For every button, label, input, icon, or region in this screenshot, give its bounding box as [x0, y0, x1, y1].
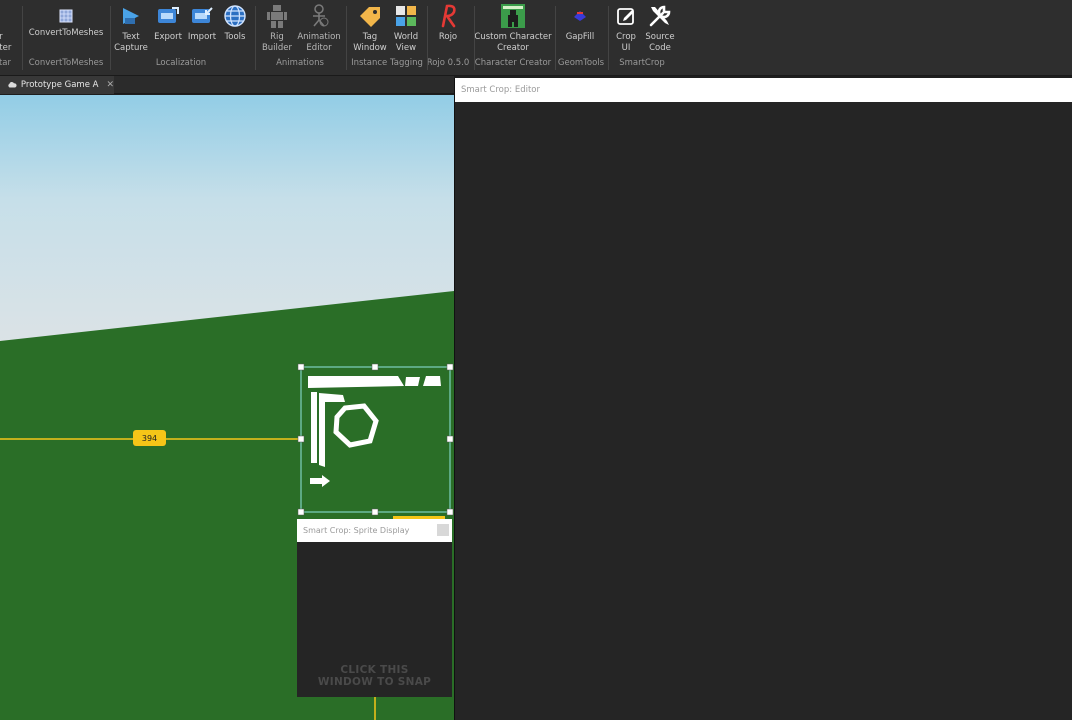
custom-character-creator-button[interactable]: Custom Character Creator: [473, 3, 553, 54]
rojo-logo-icon: [435, 3, 461, 29]
avatar-importer-icon: [0, 3, 21, 29]
group-divider: [474, 6, 475, 70]
sprite-display-title: Smart Crop: Sprite Display: [303, 526, 410, 535]
ribbon-toolbar: tar orter ConvertToMeshes Text Capture E…: [0, 0, 1072, 76]
tab-label: Prototype Game A: [20, 80, 99, 90]
mesh-convert-icon: [53, 3, 79, 29]
smart-crop-editor-panel[interactable]: Smart Crop: Editor: [454, 78, 1072, 720]
source-code-button[interactable]: Source Code: [630, 3, 690, 54]
group-label-smartcrop: SmartCrop: [619, 58, 665, 68]
world-view-grid-icon: [393, 3, 419, 29]
editor-titlebar[interactable]: Smart Crop: Editor: [455, 78, 1072, 102]
group-divider: [608, 6, 609, 70]
group-label-localization: Localization: [155, 58, 207, 68]
editor-title: Smart Crop: Editor: [461, 85, 540, 95]
globe-icon: [222, 3, 248, 29]
group-label-instance-tagging: Instance Tagging: [351, 58, 423, 68]
group-divider: [427, 6, 428, 70]
character-creator-icon: [500, 3, 526, 29]
close-button[interactable]: [437, 524, 449, 536]
group-divider: [555, 6, 556, 70]
group-label-geomtools: GeomTools: [557, 58, 605, 68]
converttomeshes-button[interactable]: ConvertToMeshes: [26, 3, 106, 39]
sprite-display-panel[interactable]: Smart Crop: Sprite Display CLICK THIS WI…: [297, 519, 452, 697]
group-divider: [22, 6, 23, 70]
distance-label: 394: [133, 430, 166, 446]
group-label-rojo: Rojo 0.5.0: [426, 58, 470, 68]
group-label-animations: Animations: [276, 58, 324, 68]
group-label-converttomeshes: ConvertToMeshes: [28, 58, 104, 68]
document-tab-bar: Prototype Game A ✕: [0, 76, 454, 94]
wrench-screwdriver-icon: [647, 3, 673, 29]
snap-hint: CLICK THIS WINDOW TO SNAP: [317, 664, 432, 688]
group-divider: [346, 6, 347, 70]
close-tab-icon[interactable]: ✕: [106, 80, 114, 90]
animation-figure-icon: [306, 3, 332, 29]
rig-figure-icon: [264, 3, 290, 29]
cloud-icon: [8, 82, 17, 88]
group-divider: [110, 6, 111, 70]
gapfill-icon: [567, 3, 593, 29]
tab-prototype-game-a[interactable]: Prototype Game A ✕: [0, 76, 114, 94]
sprite-display-titlebar[interactable]: Smart Crop: Sprite Display: [297, 519, 452, 542]
group-divider: [255, 6, 256, 70]
group-label-character-creator: Character Creator: [474, 58, 552, 68]
group-label-avatar: tar: [0, 58, 12, 68]
